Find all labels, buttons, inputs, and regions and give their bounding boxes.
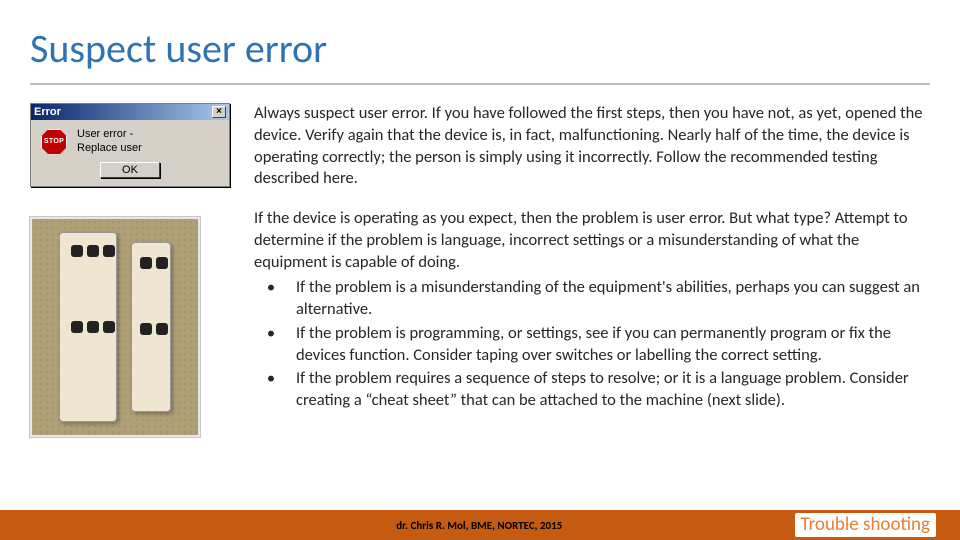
right-column: Always suspect user error. If you have f… [254,103,930,437]
paragraph-2: If the device is operating as you expect… [254,208,930,412]
footer-bar: dr. Chris R. Mol, BME, NORTEC, 2015 Trou… [0,510,960,540]
ok-button: OK [100,162,160,178]
remotes-photo [30,217,200,437]
list-item: • If the problem is a misunderstanding o… [254,277,930,321]
remote-control [59,232,117,422]
error-titlebar: Error × [31,104,229,120]
page-title: Suspect user error [0,0,960,83]
list-item: • If the problem requires a sequence of … [254,368,930,412]
stop-icon: STOP [41,129,67,155]
remote-control [131,242,171,412]
error-dialog-illustration: Error × STOP User error - Replace user O… [30,103,230,187]
close-icon: × [212,106,226,118]
paragraph-1: Always suspect user error. If you have f… [254,103,930,190]
left-column: Error × STOP User error - Replace user O… [30,103,230,437]
attribution: dr. Chris R. Mol, BME, NORTEC, 2015 [164,519,795,532]
content-grid: Error × STOP User error - Replace user O… [0,85,960,437]
list-item: • If the problem is programming, or sett… [254,323,930,367]
error-message: User error - Replace user [77,128,142,156]
error-title: Error [34,106,61,118]
section-label: Trouble shooting [795,513,936,537]
